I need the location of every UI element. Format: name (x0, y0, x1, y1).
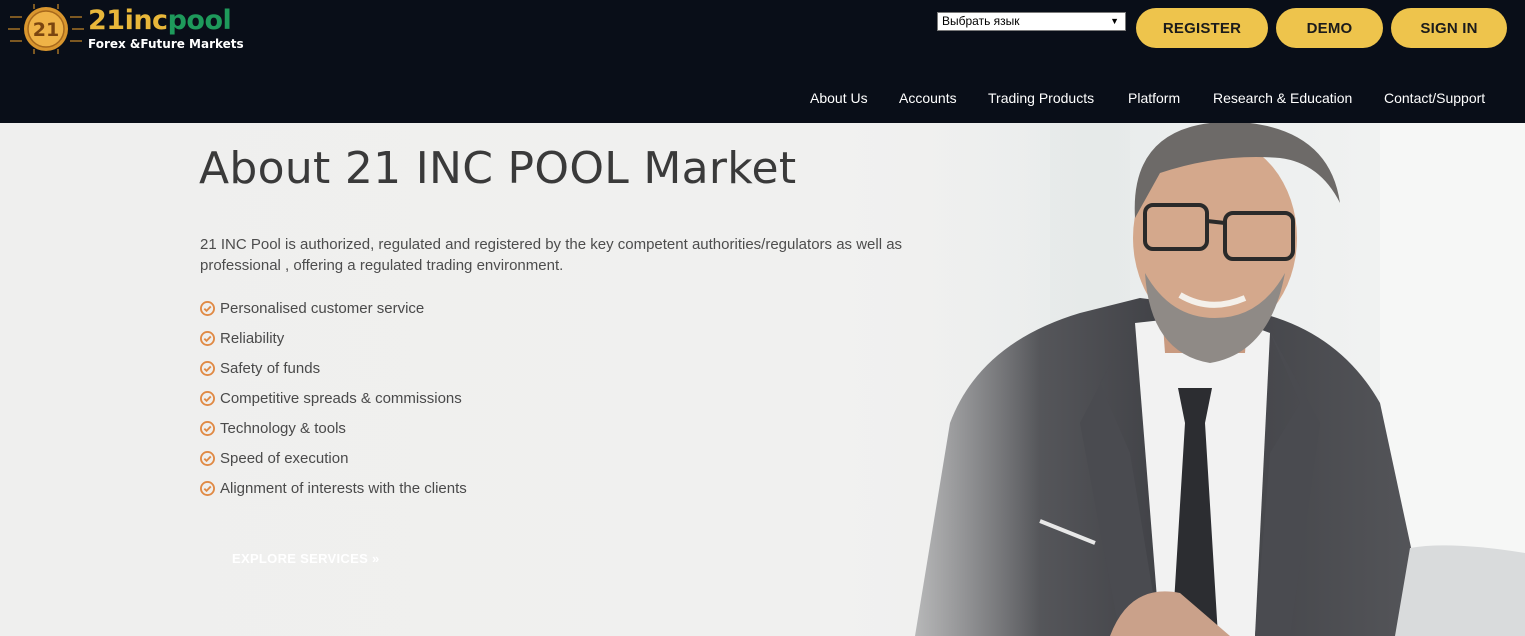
logo-name-part2: pool (167, 5, 232, 36)
check-circle-icon (200, 360, 215, 376)
hero-section: About 21 INC POOL Market 21 INC Pool is … (0, 123, 1525, 636)
demo-button[interactable]: DEMO (1276, 8, 1383, 48)
list-item: Alignment of interests with the clients (200, 473, 467, 503)
check-circle-icon (200, 480, 215, 496)
nav-accounts[interactable]: Accounts (899, 90, 957, 106)
check-circle-icon (200, 420, 215, 436)
coin-logo-icon: 21 (8, 4, 84, 54)
feature-label: Safety of funds (220, 359, 321, 377)
language-select[interactable]: Выбрать язык ▼ (937, 12, 1126, 31)
feature-label: Personalised customer service (220, 299, 425, 317)
page-title: About 21 INC POOL Market (199, 143, 797, 194)
logo-name: 21incpool (88, 5, 232, 37)
list-item: Personalised customer service (200, 293, 467, 323)
sign-in-button[interactable]: SIGN IN (1391, 8, 1507, 48)
logo[interactable]: 21 21incpool Forex &Future Markets (8, 3, 248, 55)
intro-paragraph: 21 INC Pool is authorized, regulated and… (200, 236, 903, 274)
feature-label: Reliability (220, 329, 285, 347)
nav-contact-support[interactable]: Contact/Support (1384, 90, 1485, 106)
logo-tagline: Forex &Future Markets (88, 37, 244, 51)
check-circle-icon (200, 330, 215, 346)
list-item: Reliability (200, 323, 467, 353)
coin-text: 21 (33, 19, 59, 41)
check-circle-icon (200, 450, 215, 466)
feature-label: Speed of execution (220, 449, 349, 467)
feature-label: Competitive spreads & commissions (220, 389, 462, 407)
list-item: Technology & tools (200, 413, 467, 443)
language-select-value: Выбрать язык (942, 14, 1020, 28)
feature-label: Technology & tools (220, 419, 346, 437)
list-item: Competitive spreads & commissions (200, 383, 467, 413)
explore-services-link[interactable]: EXPLORE SERVICES » (232, 551, 380, 566)
site-header: 21 21incpool Forex &Future Markets Выбра… (0, 0, 1525, 123)
nav-research-education[interactable]: Research & Education (1213, 90, 1352, 106)
feature-label: Alignment of interests with the clients (220, 479, 467, 497)
register-button[interactable]: REGISTER (1136, 8, 1268, 48)
nav-about-us[interactable]: About Us (810, 90, 868, 106)
check-circle-icon (200, 300, 215, 316)
nav-platform[interactable]: Platform (1128, 90, 1180, 106)
list-item: Safety of funds (200, 353, 467, 383)
dropdown-arrow-icon: ▼ (1110, 16, 1119, 26)
feature-list: Personalised customer service Reliabilit… (200, 293, 467, 503)
logo-name-part1: 21inc (88, 5, 168, 36)
list-item: Speed of execution (200, 443, 467, 473)
nav-trading-products[interactable]: Trading Products (988, 90, 1094, 106)
check-circle-icon (200, 390, 215, 406)
